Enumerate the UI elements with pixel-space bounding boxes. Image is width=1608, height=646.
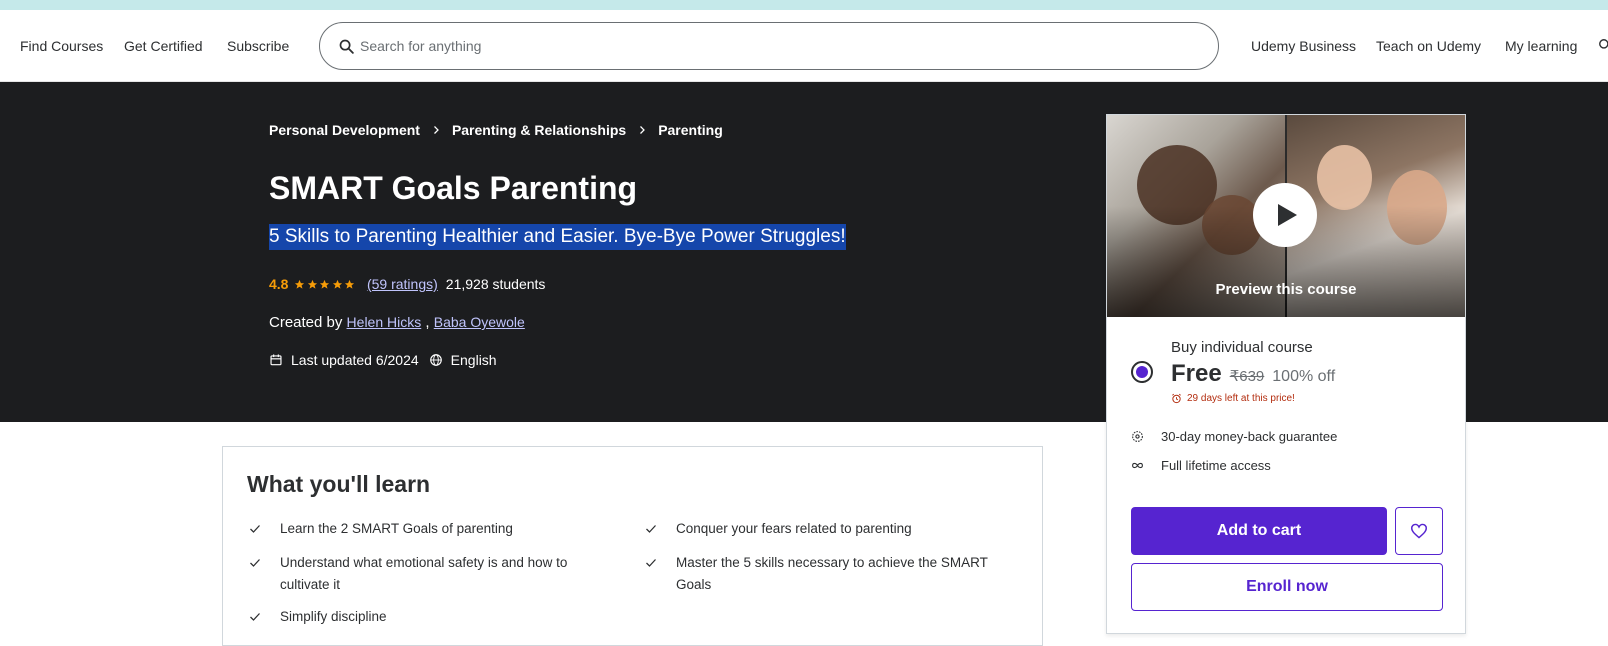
nav-subscribe[interactable]: Subscribe (227, 38, 289, 54)
buy-individual-label: Buy individual course (1171, 339, 1313, 356)
star-icon (295, 279, 305, 289)
last-updated: Last updated 6/2024 (291, 352, 419, 368)
course-title: SMART Goals Parenting (269, 170, 638, 206)
course-preview[interactable]: Preview this course (1107, 115, 1465, 317)
check-icon (646, 525, 656, 533)
course-subtitle: 5 Skills to Parenting Healthier and Easi… (269, 224, 846, 250)
list-item: Conquer your fears related to parenting (645, 518, 1005, 540)
price-row: Free ₹639 100% off (1171, 360, 1335, 388)
money-back-icon (1132, 431, 1143, 442)
rating-row: 4.8 (59 ratings) 21,928 students (269, 276, 545, 292)
heart-icon (1410, 523, 1428, 539)
course-meta: Last updated 6/2024 English (269, 352, 497, 368)
check-icon (646, 559, 656, 567)
feature-lifetime-access: Full lifetime access (1131, 458, 1271, 473)
purchase-sidebar: Preview this course Buy individual cours… (1106, 114, 1466, 634)
chevron-right-icon (433, 126, 439, 134)
star-rating (294, 279, 357, 290)
nav-find-courses[interactable]: Find Courses (20, 38, 103, 54)
breadcrumb: Personal Development Parenting & Relatio… (269, 122, 723, 138)
breadcrumb-personal-development[interactable]: Personal Development (269, 122, 420, 138)
learn-item-text: Master the 5 skills necessary to achieve… (676, 555, 988, 592)
learn-item-text: Understand what emotional safety is and … (280, 555, 568, 592)
instructor-separator: , (425, 314, 430, 331)
created-by: Created by Helen Hicks , Baba Oyewole (269, 314, 525, 331)
cart-icon[interactable] (1598, 38, 1608, 52)
feature-money-back: 30-day money-back guarantee (1131, 429, 1337, 444)
discount-percent: 100% off (1272, 368, 1336, 385)
breadcrumb-parenting[interactable]: Parenting (658, 122, 723, 138)
feature-money-back-text: 30-day money-back guarantee (1161, 429, 1338, 444)
what-youll-learn: What you'll learn Learn the 2 SMART Goal… (222, 446, 1043, 646)
learn-item-text: Conquer your fears related to parenting (676, 521, 912, 536)
original-price: ₹639 (1229, 368, 1265, 385)
current-price: Free (1171, 360, 1222, 387)
instructor-link-helen-hicks[interactable]: Helen Hicks (347, 314, 422, 330)
nav-udemy-business[interactable]: Udemy Business (1251, 38, 1356, 54)
learn-item-text: Learn the 2 SMART Goals of parenting (280, 521, 513, 536)
rating-value: 4.8 (269, 276, 289, 292)
preview-label: Preview this course (1215, 281, 1357, 298)
list-item: Learn the 2 SMART Goals of parenting (249, 518, 599, 540)
star-icon (345, 279, 355, 289)
list-item: Master the 5 skills necessary to achieve… (645, 552, 1005, 596)
check-icon (250, 559, 260, 567)
search-bar (319, 22, 1219, 70)
price-countdown: 29 days left at this price! (1171, 393, 1295, 404)
ratings-count-link[interactable]: (59 ratings) (367, 276, 438, 292)
check-icon (250, 525, 260, 533)
nav-teach-on-udemy[interactable]: Teach on Udemy (1376, 38, 1481, 54)
top-banner-strip (0, 0, 1608, 10)
play-button[interactable] (1253, 183, 1317, 247)
search-input[interactable] (360, 23, 1200, 69)
students-count: 21,928 students (445, 276, 546, 292)
add-to-cart-button[interactable]: Add to cart (1131, 507, 1387, 555)
nav-my-learning[interactable]: My learning (1505, 38, 1577, 54)
alarm-clock-icon (1172, 393, 1181, 404)
breadcrumb-parenting-relationships[interactable]: Parenting & Relationships (452, 122, 626, 138)
course-language: English (450, 352, 497, 368)
play-icon (1278, 204, 1297, 226)
globe-icon (429, 354, 442, 366)
infinity-icon (1132, 462, 1143, 469)
star-icon (332, 279, 343, 289)
enroll-now-button[interactable]: Enroll now (1131, 563, 1443, 611)
chevron-right-icon (640, 126, 646, 134)
instructor-link-baba-oyewole[interactable]: Baba Oyewole (434, 314, 525, 330)
wishlist-button[interactable] (1395, 507, 1443, 555)
check-icon (250, 613, 260, 621)
feature-lifetime-text: Full lifetime access (1161, 458, 1271, 473)
nav-get-certified[interactable]: Get Certified (124, 38, 203, 54)
buy-individual-radio[interactable] (1131, 361, 1153, 383)
search-icon[interactable] (338, 38, 355, 55)
learn-title: What you'll learn (247, 471, 431, 497)
created-by-label: Created by (269, 314, 343, 331)
star-icon (320, 279, 330, 289)
top-navbar: Find Courses Get Certified Subscribe Ude… (0, 10, 1608, 82)
calendar-icon (270, 354, 282, 366)
countdown-text: 29 days left at this price! (1187, 393, 1295, 404)
star-icon (307, 279, 318, 289)
list-item: Understand what emotional safety is and … (249, 552, 599, 596)
